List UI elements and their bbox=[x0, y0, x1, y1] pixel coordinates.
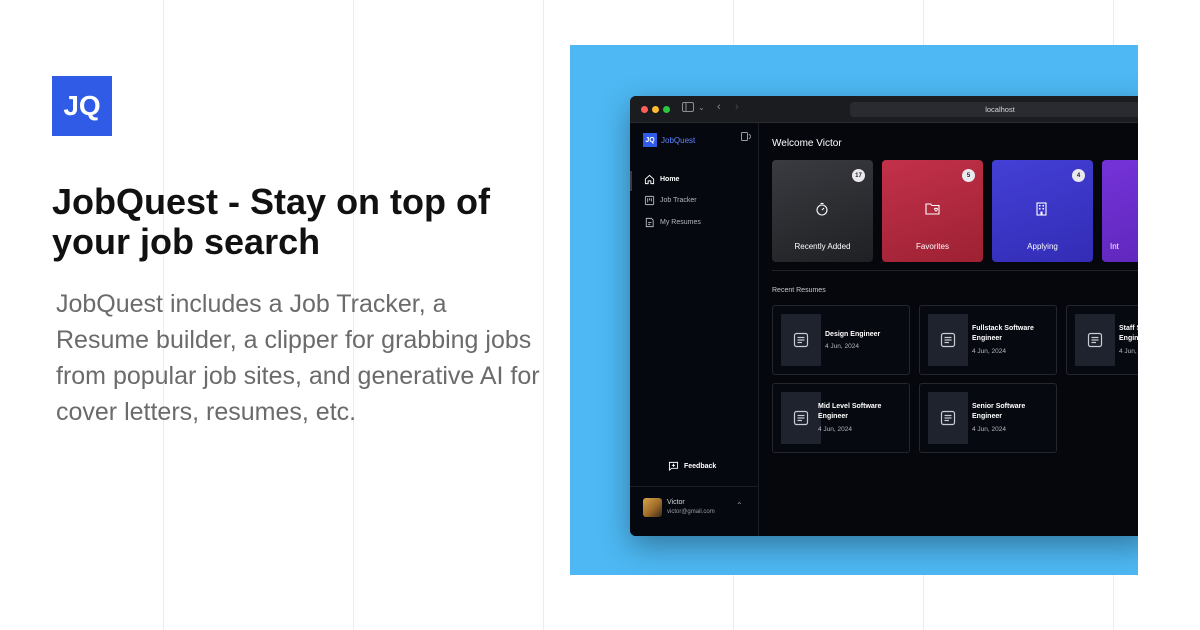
resume-date: 4 Jun, 2024 bbox=[972, 348, 1006, 355]
user-email: victor@gmail.com bbox=[667, 509, 715, 515]
url-bar[interactable]: localhost bbox=[850, 102, 1138, 117]
feedback-button[interactable]: Feedback bbox=[668, 461, 716, 471]
browser-window: ⌄ ‹ › localhost JQ JobQuest Home Job Tra… bbox=[630, 96, 1138, 536]
resume-title: Senior Software Engineer bbox=[972, 403, 1026, 420]
resume-date: 4 Jun, 2024 bbox=[818, 426, 852, 433]
feedback-icon bbox=[668, 461, 679, 471]
active-nav-indicator bbox=[630, 171, 632, 191]
resume-title: Fullstack Software Engineer bbox=[972, 325, 1034, 342]
timer-icon bbox=[816, 202, 828, 216]
browser-titlebar: ⌄ ‹ › localhost bbox=[630, 96, 1138, 123]
card-label: Applying bbox=[1027, 242, 1058, 251]
sidebar-toggle-icon[interactable] bbox=[682, 102, 694, 115]
back-icon[interactable]: ‹ bbox=[717, 101, 721, 113]
count-badge: 4 bbox=[1072, 169, 1085, 182]
avatar bbox=[643, 498, 662, 517]
headline: JobQuest - Stay on top of your job searc… bbox=[52, 181, 490, 262]
count-badge: 17 bbox=[852, 169, 865, 182]
resume-card[interactable]: Staff S Engine 4 Jun, bbox=[1066, 305, 1138, 375]
feedback-label: Feedback bbox=[684, 462, 717, 470]
app-brand[interactable]: JQ JobQuest bbox=[643, 133, 695, 147]
card-label: Int bbox=[1110, 242, 1119, 251]
resume-date: 4 Jun, 2024 bbox=[972, 426, 1006, 433]
jobquest-logo: JQ bbox=[52, 76, 112, 136]
sidebar-item-job-tracker[interactable]: Job Tracker bbox=[644, 195, 697, 206]
page-title: Welcome Victor bbox=[772, 138, 842, 149]
app-main: Welcome Victor 17 Recently Added 5 Favor… bbox=[760, 123, 1138, 536]
user-name: Victor bbox=[667, 499, 685, 506]
sidebar-item-home[interactable]: Home bbox=[644, 174, 679, 185]
user-menu[interactable]: Victor victor@gmail.com ⌃ bbox=[630, 486, 758, 536]
resume-title: Staff S Engine bbox=[1119, 325, 1138, 342]
card-label: Favorites bbox=[916, 242, 949, 251]
minimize-window-icon[interactable] bbox=[652, 106, 659, 113]
resume-card[interactable]: Mid Level Software Engineer 4 Jun, 2024 bbox=[772, 383, 910, 453]
resume-date: 4 Jun, 2024 bbox=[825, 343, 859, 350]
section-divider bbox=[772, 270, 1138, 271]
resume-card[interactable]: Design Engineer 4 Jun, 2024 bbox=[772, 305, 910, 375]
document-icon bbox=[793, 332, 809, 348]
collapse-sidebar-icon[interactable] bbox=[741, 132, 752, 143]
sidebar-item-label: Job Tracker bbox=[660, 197, 697, 204]
sidebar-item-my-resumes[interactable]: My Resumes bbox=[644, 217, 701, 228]
app-sidebar: JQ JobQuest Home Job Tracker My Resumes bbox=[630, 123, 759, 536]
recent-resumes-title: Recent Resumes bbox=[772, 287, 826, 294]
screenshot-stage: ⌄ ‹ › localhost JQ JobQuest Home Job Tra… bbox=[570, 45, 1138, 575]
resume-date: 4 Jun, bbox=[1119, 348, 1137, 355]
card-applying[interactable]: 4 Applying bbox=[992, 160, 1093, 262]
brand-name: JobQuest bbox=[661, 135, 696, 145]
resume-icon bbox=[645, 217, 654, 228]
maximize-window-icon[interactable] bbox=[663, 106, 670, 113]
card-label: Recently Added bbox=[794, 242, 851, 251]
document-icon bbox=[940, 410, 956, 426]
folder-heart-icon bbox=[925, 203, 940, 215]
resume-thumbnail bbox=[781, 314, 821, 366]
document-icon bbox=[940, 332, 956, 348]
count-badge: 5 bbox=[962, 169, 975, 182]
card-recently-added[interactable]: 17 Recently Added bbox=[772, 160, 873, 262]
resume-card[interactable]: Senior Software Engineer 4 Jun, 2024 bbox=[919, 383, 1057, 453]
resume-thumbnail bbox=[928, 392, 968, 444]
brand-logo: JQ bbox=[643, 133, 657, 147]
building-icon bbox=[1036, 202, 1047, 216]
description: JobQuest includes a Job Tracker, a Resum… bbox=[56, 290, 540, 426]
resume-title: Mid Level Software Engineer bbox=[818, 403, 882, 420]
chevron-up-icon[interactable]: ⌃ bbox=[736, 501, 743, 510]
card-favorites[interactable]: 5 Favorites bbox=[882, 160, 983, 262]
close-window-icon[interactable] bbox=[641, 106, 648, 113]
chevron-down-icon[interactable]: ⌄ bbox=[698, 103, 705, 112]
sidebar-item-label: Home bbox=[660, 176, 680, 183]
resume-thumbnail bbox=[781, 392, 821, 444]
forward-icon[interactable]: › bbox=[735, 101, 739, 113]
home-icon bbox=[644, 174, 655, 185]
kanban-icon bbox=[644, 195, 655, 206]
card-interviewing[interactable]: Int bbox=[1102, 160, 1138, 262]
document-icon bbox=[1087, 332, 1103, 348]
resume-title: Design Engineer bbox=[825, 331, 881, 338]
resume-thumbnail bbox=[1075, 314, 1115, 366]
resume-thumbnail bbox=[928, 314, 968, 366]
document-icon bbox=[793, 410, 809, 426]
resume-card[interactable]: Fullstack Software Engineer 4 Jun, 2024 bbox=[919, 305, 1057, 375]
sidebar-item-label: My Resumes bbox=[660, 219, 701, 226]
